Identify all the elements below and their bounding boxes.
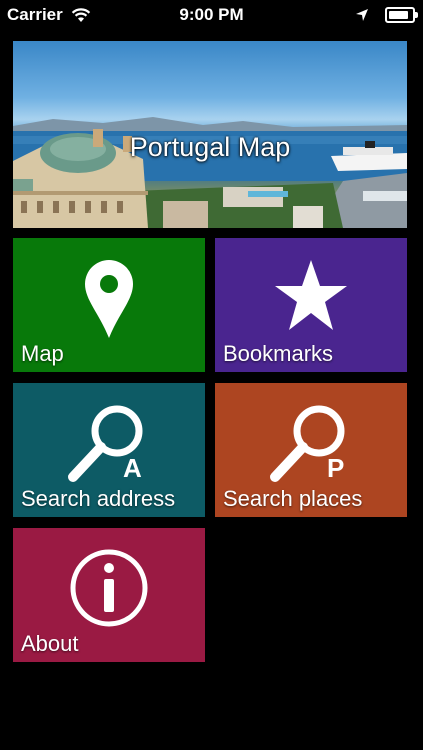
search-places-tile[interactable]: P Search places — [215, 383, 407, 517]
about-tile-label: About — [21, 631, 79, 656]
search-places-icon-letter: P — [327, 453, 345, 483]
hero-banner: Portugal Map — [13, 41, 407, 228]
clock: 9:00 PM — [179, 5, 244, 24]
search-places-icon — [270, 405, 345, 482]
bookmarks-tile-label: Bookmarks — [223, 341, 334, 366]
search-address-icon-letter: A — [123, 453, 142, 483]
bookmarks-tile[interactable]: Bookmarks — [215, 238, 407, 372]
search-places-tile-label: Search places — [223, 486, 363, 511]
star-icon — [275, 260, 347, 330]
battery-icon — [385, 7, 418, 23]
info-icon — [70, 549, 148, 627]
map-tile[interactable]: Map — [13, 238, 205, 372]
search-address-tile[interactable]: A Search address — [13, 383, 205, 517]
status-bar: Carrier 9:00 PM — [0, 0, 423, 30]
search-address-tile-label: Search address — [21, 486, 176, 511]
map-pin-icon — [85, 260, 133, 338]
about-tile[interactable]: About — [13, 528, 205, 662]
search-address-icon — [68, 405, 143, 482]
hero-title: Portugal Map — [129, 132, 291, 162]
map-tile-label: Map — [21, 341, 64, 366]
